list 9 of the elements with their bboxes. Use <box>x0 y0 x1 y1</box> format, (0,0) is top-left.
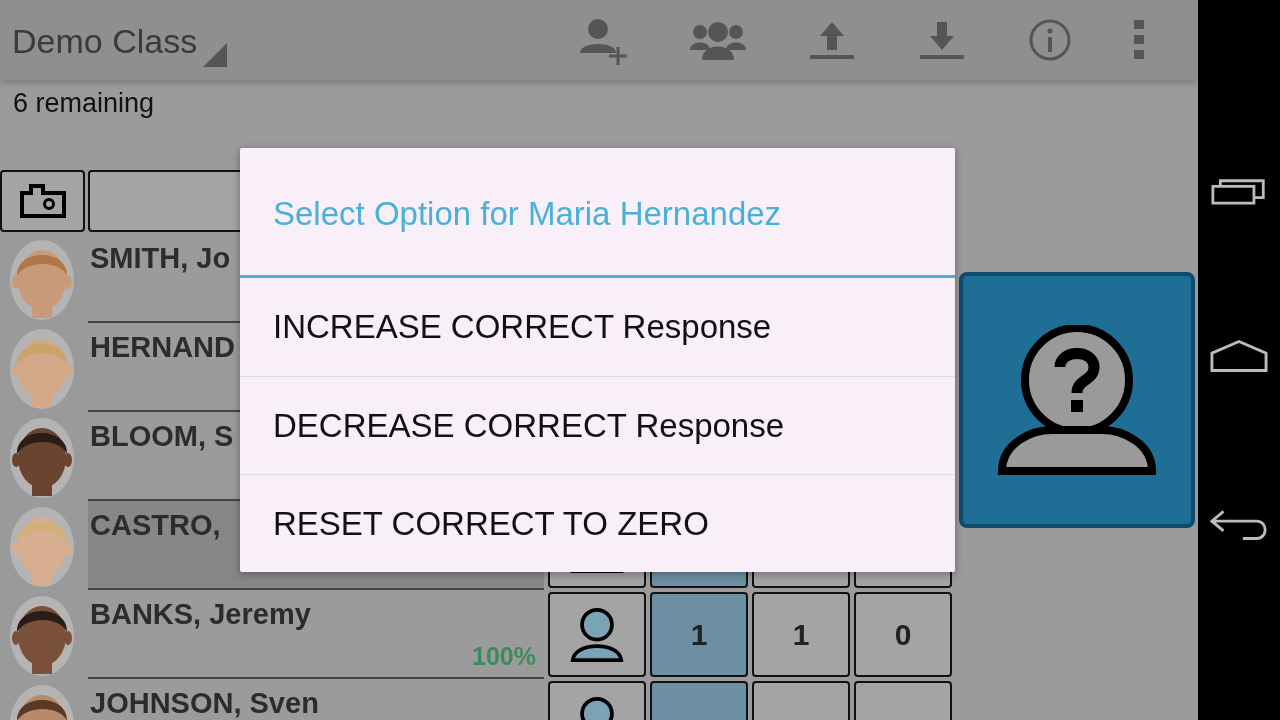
student-name: CASTRO, <box>90 509 221 542</box>
student-name: BANKS, Jeremy <box>90 598 311 631</box>
dialog-title: Select Option for Maria Hernandez <box>272 193 783 234</box>
student-name: JOHNSON, Sven <box>90 687 319 720</box>
percent-score: 100% <box>472 642 536 671</box>
remaining-count: 6 remaining <box>12 87 156 120</box>
student-name: HERNAND <box>90 331 235 364</box>
student-name: BLOOM, S <box>90 420 234 453</box>
student-name: SMITH, Jo <box>90 242 231 275</box>
